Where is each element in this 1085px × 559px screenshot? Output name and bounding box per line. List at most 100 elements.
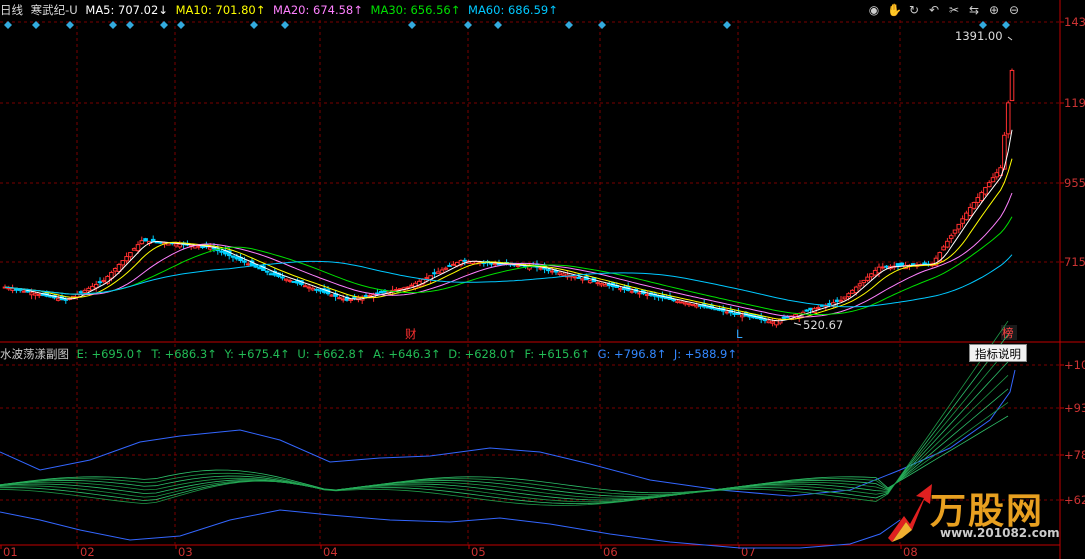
candle-body [808,307,813,311]
candle-body [283,278,289,281]
candle-body [705,306,711,309]
period-label[interactable]: 日线 [0,3,23,17]
candle-body [337,297,342,300]
candle-body [109,271,114,279]
month-label: 06 [603,545,618,559]
candle-body [112,267,118,272]
candle-body [671,299,677,302]
event-marker-icon [598,21,606,29]
event-marker-icon [177,21,185,29]
sub-value-t: T: +686.3↑ [151,347,217,361]
candle-body [599,283,604,286]
candle-body [846,293,851,298]
candle-body [986,182,992,188]
candle-body [435,271,441,274]
candle-body [960,218,965,224]
candle-body [424,277,430,280]
sub-value-j: J: +588.9↑ [673,347,737,361]
candle-body [36,294,42,297]
wave-ribbon-line [0,402,1009,495]
candle-body [857,283,863,287]
scissors-icon[interactable]: ✂ [947,3,961,17]
candle-body [941,246,946,251]
candle-body [990,177,996,183]
candle-body [629,290,635,293]
candle-body [895,263,901,267]
sub-value-a: A: +646.3↑ [373,347,441,361]
month-label: 04 [323,545,338,559]
candle-body [1009,69,1015,102]
candle-body [834,299,840,303]
candle-body [804,309,810,312]
sub-value-e: E: +695.0↑ [76,347,144,361]
clip-icon[interactable]: ⇆ [967,3,981,17]
candle-body [561,273,566,276]
candle-body [994,172,1000,178]
candle-body [74,293,80,298]
candle-body [219,250,224,253]
candle-body [447,264,452,267]
rank-marker: 榜 [1002,326,1014,340]
lower-band-line [0,509,901,549]
candle-body [884,265,889,268]
event-marker-icon [250,21,258,29]
candle-body [287,279,293,282]
zoom-in-icon[interactable]: ⊕ [987,3,1001,17]
l-marker: L [736,327,743,341]
candle-body [827,303,832,306]
candle-body [880,266,886,269]
candle-body [302,285,308,288]
candle-body [766,320,772,324]
ma5-value: MA5: 707.02↓ [85,3,168,17]
sub-axis-label: +1094 [1064,358,1085,372]
candle-body [948,235,954,239]
zoom-out-icon[interactable]: ⊖ [1007,3,1021,17]
candle-body [922,262,927,265]
candle-body [21,290,27,293]
hand-icon[interactable]: ✋ [887,3,902,17]
candle-body [603,284,608,287]
candle-body [29,292,34,296]
candle-body [131,248,137,251]
candle-body [876,266,882,274]
eye-icon[interactable]: ◉ [867,3,881,17]
high-pointer [1007,36,1013,41]
reload-icon[interactable]: ↻ [907,3,921,17]
month-label: 01 [3,545,18,559]
sub-indicator-name[interactable]: 水波荡漾副图 [0,347,69,361]
candle-body [348,298,354,301]
candle-body [363,295,369,298]
month-label: 05 [471,545,486,559]
candle-body [432,272,437,275]
candle-body [675,300,680,303]
wave-ribbon-line [0,388,1009,497]
candle-body [975,197,981,203]
candle-body [86,287,91,292]
sub-chart-header: 水波荡漾副图 E: +695.0↑ T: +686.3↑ Y: +675.4↑ … [0,346,741,362]
undo-icon[interactable]: ↶ [927,3,941,17]
stock-chart-canvas[interactable]: 1439.35 1199.00 955.84 715.58 +1094 +939.0 +78… [0,0,1085,559]
candle-body [367,294,373,297]
candle-body [496,263,502,266]
candle-body [781,316,787,319]
candle-body [200,246,205,249]
candle-body [451,263,456,266]
sub-value-y: Y: +675.4↑ [224,347,290,361]
candle-body [306,286,312,289]
finance-marker: 财 [405,327,417,341]
candle-body [314,288,319,291]
candle-body [865,276,870,281]
candle-body [264,270,270,273]
indicator-explain-button[interactable]: 指标说明 [969,344,1027,362]
candle-body [196,245,202,248]
ma30-value: MA30: 656.56↑ [370,3,461,17]
stock-name[interactable]: 寒武纪-U [31,3,78,17]
candle-body [964,212,969,221]
candle-body [952,229,958,234]
candle-body [774,320,779,326]
candle-body [842,296,848,300]
candle-body [378,291,384,294]
candle-body [409,284,414,287]
candle-body [910,263,916,266]
candle-body [686,303,692,306]
